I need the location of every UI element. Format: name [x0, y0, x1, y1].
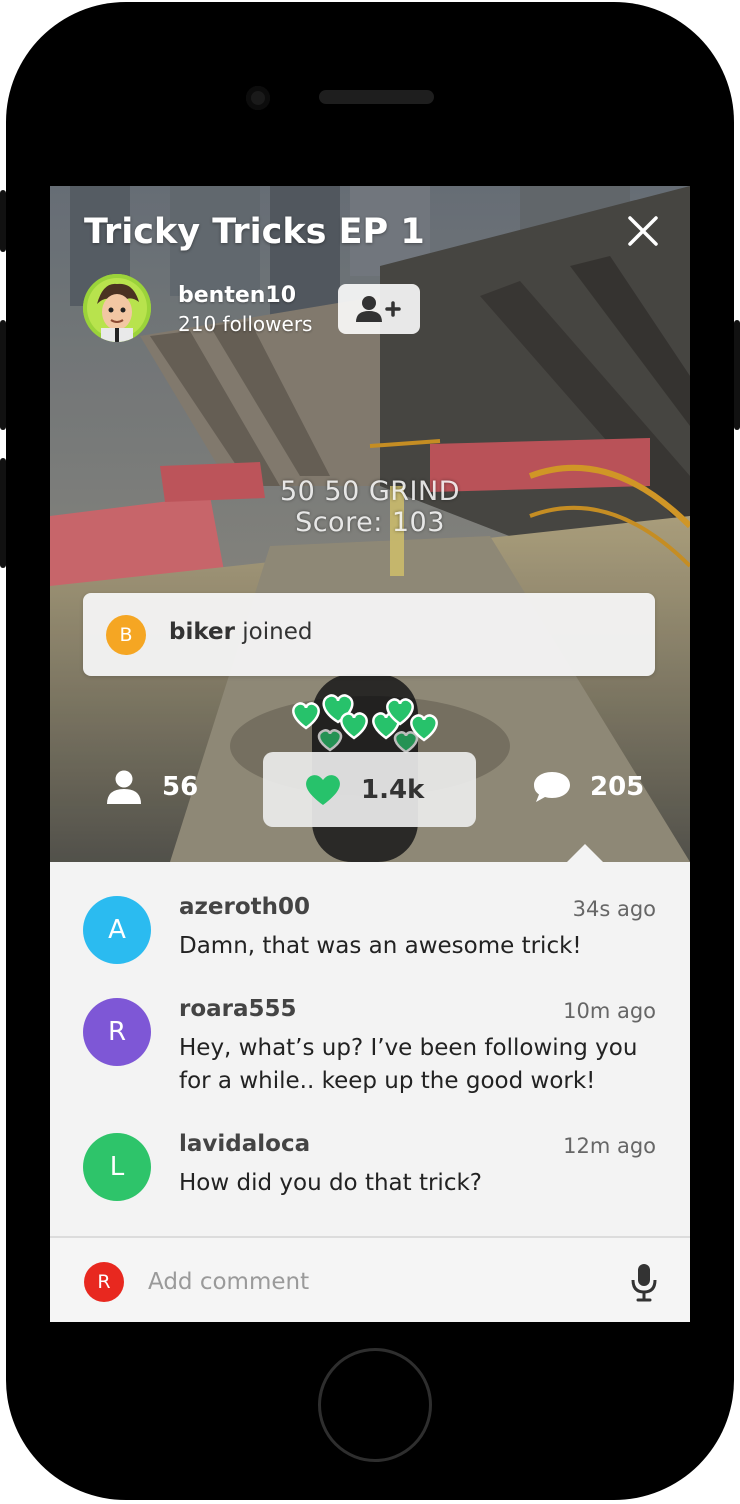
viewer-count-value: 56	[162, 772, 199, 802]
microphone-icon[interactable]	[630, 1262, 658, 1302]
comment-timestamp: 34s ago	[572, 897, 656, 921]
follow-button[interactable]	[338, 284, 420, 334]
joined-user-name: biker	[169, 619, 235, 645]
close-icon[interactable]	[624, 212, 662, 250]
person-icon	[107, 770, 141, 804]
chat-bubble-icon	[534, 772, 570, 802]
heart-icon	[317, 729, 343, 752]
commenter-avatar[interactable]: L	[83, 1133, 151, 1201]
game-overlay-text: 50 50 GRIND Score: 103	[50, 476, 690, 538]
comments-panel[interactable]: A azeroth00 34s ago Damn, that was an aw…	[50, 844, 690, 1236]
comment-count-value: 205	[590, 772, 645, 802]
current-user-avatar: R	[84, 1262, 124, 1302]
streamer-username[interactable]: benten10	[178, 283, 296, 308]
streamer-avatar[interactable]	[83, 274, 151, 342]
stream-stats: 56 1.4k 205	[50, 752, 690, 828]
volume-down-button	[0, 458, 6, 568]
app-screen: Tricky Tricks EP 1 benten10 210 follower…	[50, 186, 690, 1322]
heart-icon	[340, 712, 368, 740]
heart-icon	[292, 702, 320, 730]
silent-switch	[0, 190, 6, 252]
comment-text: Hey, what’s up? I’ve been following you …	[179, 1035, 638, 1094]
comment-text: Damn, that was an awesome trick!	[179, 933, 582, 959]
live-video[interactable]: Tricky Tricks EP 1 benten10 210 follower…	[50, 186, 690, 862]
comment-composer: R	[50, 1236, 690, 1322]
commenter-username[interactable]: lavidaloca	[179, 1131, 310, 1157]
streamer-info: benten10 210 followers	[83, 274, 483, 346]
commenter-username[interactable]: azeroth00	[179, 894, 310, 920]
heart-icon	[393, 731, 419, 754]
comment-timestamp: 12m ago	[563, 1134, 656, 1158]
comment-timestamp: 10m ago	[563, 999, 656, 1023]
joined-user-avatar: B	[106, 615, 146, 655]
trick-score: Score: 103	[295, 507, 445, 538]
add-user-icon	[356, 296, 401, 322]
join-notification: B biker joined	[83, 593, 655, 676]
comment-input[interactable]	[146, 1258, 610, 1306]
join-action: joined	[242, 619, 313, 645]
power-button	[734, 320, 740, 430]
join-message: biker joined	[169, 619, 312, 645]
stream-title: Tricky Tricks EP 1	[84, 212, 425, 252]
commenter-username[interactable]: roara555	[179, 996, 297, 1022]
comment-text: How did you do that trick?	[179, 1170, 482, 1196]
home-button[interactable]	[318, 1348, 432, 1462]
commenter-avatar[interactable]: R	[83, 998, 151, 1066]
commenter-avatar[interactable]: A	[83, 896, 151, 964]
volume-up-button	[0, 320, 6, 430]
comment-count[interactable]: 205	[532, 770, 672, 810]
like-count: 1.4k	[361, 775, 425, 805]
panel-pointer	[567, 844, 603, 862]
front-camera	[246, 86, 270, 110]
earpiece	[319, 90, 434, 104]
like-button[interactable]: 1.4k	[263, 752, 476, 827]
heart-icon	[306, 775, 340, 805]
trick-name: 50 50 GRIND	[279, 476, 460, 507]
cartoon-avatar-image	[83, 274, 151, 342]
streamer-followers: 210 followers	[178, 312, 313, 336]
